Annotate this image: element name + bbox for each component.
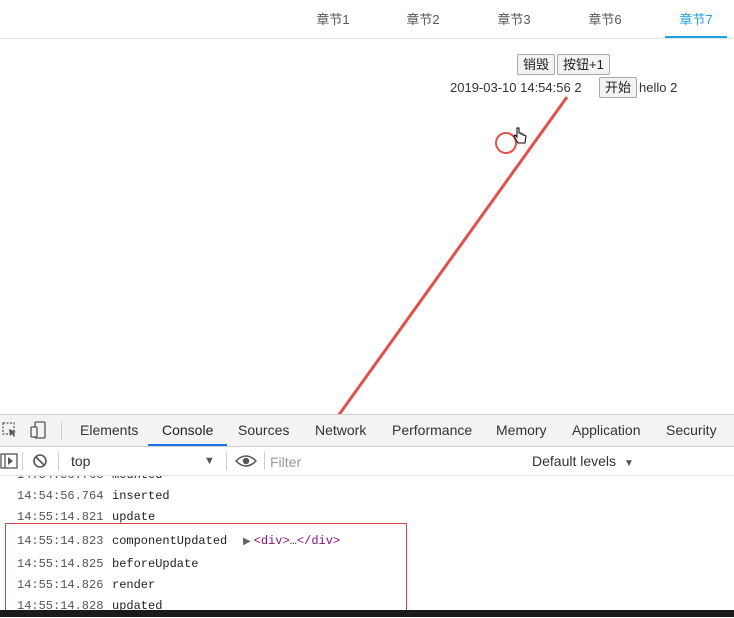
devtools-tab-network[interactable]: Network [315,415,366,446]
devtools-tab-elements[interactable]: Elements [80,415,138,446]
devtools-tab-memory[interactable]: Memory [496,415,547,446]
filter-input[interactable] [268,450,512,474]
devtools-tab-sources[interactable]: Sources [238,415,289,446]
highlight-box [5,523,407,611]
levels-label: Default levels [532,453,617,469]
nav-tab-2[interactable]: 章节2 [393,0,453,38]
levels-select[interactable]: Default levels ▼ [532,447,634,475]
hello-text: hello 2 [639,80,678,95]
clear-console-icon[interactable] [32,453,48,469]
devtools-tab-application[interactable]: Application [572,415,641,446]
nav-tab-6[interactable]: 章节6 [575,0,635,38]
hand-cursor-icon [513,127,527,144]
context-select[interactable]: top ▼ [62,447,222,475]
eye-icon[interactable] [235,454,257,468]
log-row: 14:54:56.763 mounted [0,476,734,486]
sidebar-toggle-icon[interactable] [0,453,18,469]
inspect-element-icon[interactable] [2,422,18,438]
start-button[interactable]: 开始 [599,77,638,98]
log-row: 14:54:56.764 inserted [0,486,734,507]
nav-tab-7[interactable]: 章节7 [665,0,727,38]
devtools-tab-console[interactable]: Console [148,415,228,446]
log-time: 14:54:56.763 [17,476,103,486]
console-toolbar: top ▼ Default levels ▼ [0,447,734,476]
destroy-button[interactable]: 销毁 [517,54,556,75]
devtools-tab-security[interactable]: Security [666,415,717,446]
context-value: top [71,453,91,469]
timestamp-text: 2019-03-10 14:54:56 2 [450,80,582,95]
log-time: 14:54:56.764 [17,489,104,503]
dropdown-caret-icon: ▼ [204,455,215,467]
log-message: mounted [112,476,162,486]
log-message: inserted [112,489,170,503]
bottom-bar [0,610,734,617]
top-nav: 章节1 章节2 章节3 章节6 章节7 [0,0,734,39]
add-button[interactable]: 按钮+1 [557,54,610,75]
levels-caret-icon: ▼ [623,458,634,469]
nav-tab-3[interactable]: 章节3 [484,0,544,38]
nav-tab-1[interactable]: 章节1 [303,0,363,38]
devtools-tab-performance[interactable]: Performance [392,415,472,446]
device-toolbar-icon[interactable] [30,421,48,439]
devtools-tabbar: Elements Console Sources Network Perform… [0,415,734,447]
